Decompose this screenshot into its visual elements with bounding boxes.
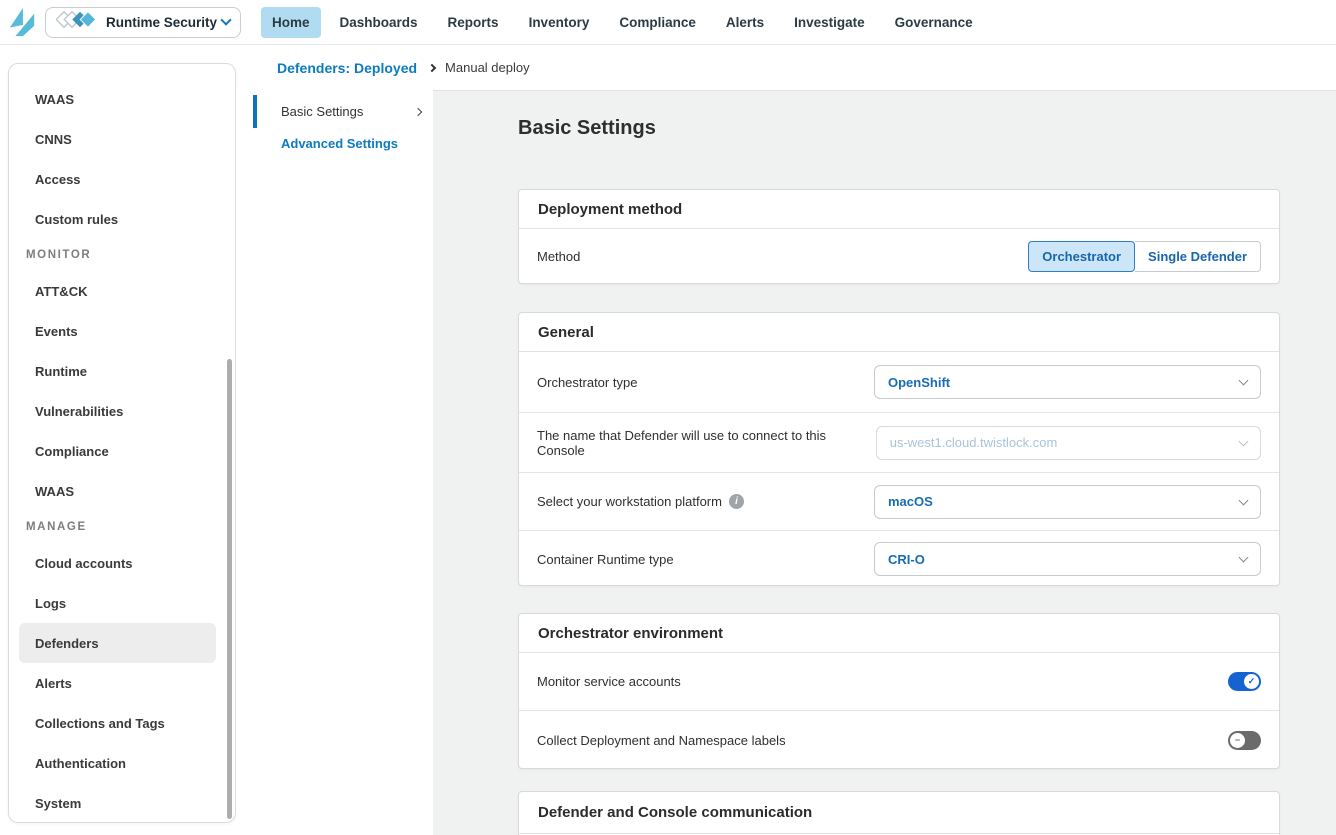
- info-icon[interactable]: i: [729, 494, 744, 509]
- chevron-right-icon: [414, 107, 422, 115]
- workstation-platform-label-text: Select your workstation platform: [537, 494, 722, 509]
- tab-dashboards[interactable]: Dashboards: [329, 7, 429, 38]
- top-bar: Runtime Security Home Dashboards Reports…: [0, 0, 1336, 45]
- workstation-platform-label: Select your workstation platform i: [537, 494, 744, 509]
- orchestrator-option-button[interactable]: Orchestrator: [1028, 241, 1135, 272]
- app-window: Runtime Security Home Dashboards Reports…: [0, 0, 1336, 835]
- sidebar-item-alerts[interactable]: Alerts: [9, 663, 235, 703]
- subnav-item-basic-settings[interactable]: Basic Settings: [253, 95, 433, 128]
- console-name-row: The name that Defender will use to conne…: [519, 412, 1279, 472]
- method-row: Method Orchestrator Single Defender: [519, 229, 1279, 284]
- sidebar: WAAS CNNS Access Custom rules MONITOR AT…: [8, 63, 236, 823]
- monitor-service-accounts-label: Monitor service accounts: [537, 674, 681, 689]
- tab-home[interactable]: Home: [261, 7, 321, 38]
- container-runtime-select[interactable]: CRI-O: [874, 542, 1261, 576]
- tab-alerts[interactable]: Alerts: [715, 7, 775, 38]
- sidebar-item-runtime[interactable]: Runtime: [9, 351, 235, 391]
- tab-investigate[interactable]: Investigate: [783, 7, 876, 38]
- subnav-item-advanced-settings[interactable]: Advanced Settings: [281, 136, 398, 151]
- collect-labels-label: Collect Deployment and Namespace labels: [537, 733, 786, 748]
- sidebar-item-defenders[interactable]: Defenders: [19, 623, 216, 663]
- tab-governance[interactable]: Governance: [884, 7, 984, 38]
- sidebar-item-cnns[interactable]: CNNS: [9, 119, 235, 159]
- sidebar-item-attck[interactable]: ATT&CK: [9, 271, 235, 311]
- orchestrator-environment-card-title: Orchestrator environment: [519, 614, 1279, 653]
- product-switcher-dropdown[interactable]: Runtime Security: [45, 7, 241, 38]
- tab-reports[interactable]: Reports: [437, 7, 510, 38]
- chevron-down-icon: [1239, 436, 1249, 446]
- container-runtime-value: CRI-O: [888, 552, 925, 567]
- product-switcher-label: Runtime Security: [106, 15, 222, 30]
- defender-console-communication-card-title: Defender and Console communication: [519, 792, 1279, 834]
- sidebar-item-system[interactable]: System: [9, 783, 235, 823]
- collect-labels-row: Collect Deployment and Namespace labels …: [519, 710, 1279, 769]
- container-runtime-label: Container Runtime type: [537, 552, 674, 567]
- page-title: Basic Settings: [518, 117, 656, 140]
- sidebar-item-compliance[interactable]: Compliance: [9, 431, 235, 471]
- container-runtime-row: Container Runtime type CRI-O: [519, 530, 1279, 587]
- console-name-select[interactable]: us-west1.cloud.twistlock.com: [876, 426, 1261, 460]
- orchestrator-type-value: OpenShift: [888, 375, 950, 390]
- monitor-service-accounts-toggle[interactable]: ✓: [1228, 672, 1261, 691]
- settings-subnav: Basic Settings Advanced Settings: [236, 90, 433, 835]
- deployment-method-card: Deployment method Method Orchestrator Si…: [518, 189, 1280, 284]
- sidebar-item-events[interactable]: Events: [9, 311, 235, 351]
- orchestrator-type-select[interactable]: OpenShift: [874, 365, 1261, 399]
- orchestrator-type-label: Orchestrator type: [537, 375, 637, 390]
- chevron-down-icon: [220, 14, 231, 25]
- sidebar-item-custom-rules[interactable]: Custom rules: [9, 199, 235, 239]
- method-label: Method: [537, 249, 580, 264]
- defender-console-communication-card: Defender and Console communication: [518, 791, 1280, 835]
- workstation-platform-row: Select your workstation platform i macOS: [519, 472, 1279, 530]
- deployment-method-segmented-control: Orchestrator Single Defender: [1028, 241, 1261, 272]
- sidebar-section-manage: MANAGE: [9, 511, 235, 543]
- sidebar-item-access[interactable]: Access: [9, 159, 235, 199]
- top-navigation: Home Dashboards Reports Inventory Compli…: [261, 7, 984, 38]
- sidebar-item-waas[interactable]: WAAS: [9, 79, 235, 119]
- sidebar-item-logs[interactable]: Logs: [9, 583, 235, 623]
- chevron-down-icon: [1239, 495, 1249, 505]
- workstation-platform-select[interactable]: macOS: [874, 485, 1261, 519]
- collect-labels-toggle[interactable]: −: [1228, 731, 1261, 750]
- sidebar-item-waas-monitor[interactable]: WAAS: [9, 471, 235, 511]
- console-name-label: The name that Defender will use to conne…: [537, 428, 876, 458]
- tab-compliance[interactable]: Compliance: [608, 7, 707, 38]
- tab-inventory[interactable]: Inventory: [518, 7, 601, 38]
- chevron-down-icon: [1239, 376, 1249, 386]
- monitor-service-accounts-row: Monitor service accounts ✓: [519, 653, 1279, 710]
- general-card: General Orchestrator type OpenShift The …: [518, 312, 1280, 586]
- subnav-basic-settings-label: Basic Settings: [281, 104, 415, 119]
- general-card-title: General: [519, 313, 1279, 352]
- single-defender-option-button[interactable]: Single Defender: [1135, 241, 1261, 272]
- main-content: Basic Settings Deployment method Method …: [433, 90, 1336, 835]
- toggle-check-icon: ✓: [1244, 674, 1259, 689]
- prisma-diamonds-icon: [56, 11, 98, 34]
- orchestrator-environment-card: Orchestrator environment Monitor service…: [518, 613, 1280, 769]
- toggle-minus-icon: −: [1230, 733, 1245, 748]
- sidebar-scrollbar[interactable]: [227, 359, 232, 819]
- orchestrator-type-row: Orchestrator type OpenShift: [519, 352, 1279, 412]
- breadcrumb: Defenders: Deployed Manual deploy: [241, 45, 1336, 90]
- sidebar-section-monitor: MONITOR: [9, 239, 235, 271]
- chevron-right-icon: [428, 63, 436, 71]
- palo-alto-logo-icon: [5, 5, 39, 39]
- sidebar-item-collections-and-tags[interactable]: Collections and Tags: [9, 703, 235, 743]
- sidebar-item-cloud-accounts[interactable]: Cloud accounts: [9, 543, 235, 583]
- sidebar-item-vulnerabilities[interactable]: Vulnerabilities: [9, 391, 235, 431]
- sidebar-item-authentication[interactable]: Authentication: [9, 743, 235, 783]
- breadcrumb-current: Manual deploy: [445, 60, 530, 75]
- workstation-platform-value: macOS: [888, 494, 933, 509]
- breadcrumb-link-defenders-deployed[interactable]: Defenders: Deployed: [277, 60, 417, 76]
- console-name-value: us-west1.cloud.twistlock.com: [890, 435, 1058, 450]
- deployment-method-card-title: Deployment method: [519, 190, 1279, 229]
- chevron-down-icon: [1239, 553, 1249, 563]
